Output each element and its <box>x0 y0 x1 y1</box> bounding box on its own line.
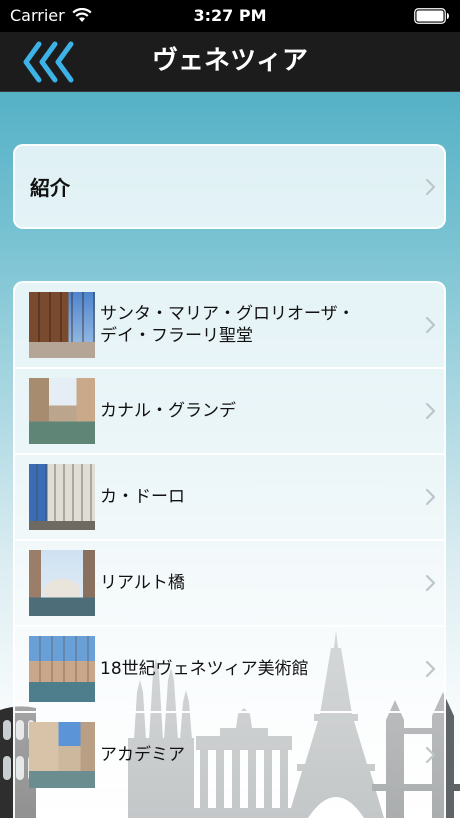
battery-icon <box>414 8 449 24</box>
triple-chevron-left-icon <box>23 41 74 83</box>
place-name: カ・ドーロ <box>100 487 185 507</box>
content-background: 紹介 サンタ・マリア・グロリオーザ・ デイ・フラーリ聖堂 カナル・グランデ カ・… <box>0 92 460 818</box>
place-name: アカデミア <box>100 745 185 765</box>
place-thumbnail <box>29 292 95 358</box>
place-row[interactable]: サンタ・マリア・グロリオーザ・ デイ・フラーリ聖堂 <box>15 283 444 367</box>
chevron-right-icon <box>425 746 436 764</box>
place-name: 18世紀ヴェネツィア美術館 <box>100 659 309 679</box>
place-name: カナル・グランデ <box>100 401 236 421</box>
place-thumbnail <box>29 550 95 616</box>
place-thumbnail <box>29 464 95 530</box>
places-list: サンタ・マリア・グロリオーザ・ デイ・フラーリ聖堂 カナル・グランデ カ・ドーロ… <box>13 281 446 818</box>
place-row[interactable]: リアルト橋 <box>15 539 444 625</box>
intro-row[interactable]: 紹介 <box>13 144 446 229</box>
place-name: リアルト橋 <box>100 573 185 593</box>
place-row[interactable]: カ・ドーロ <box>15 453 444 539</box>
chevron-right-icon <box>425 402 436 420</box>
intro-label: 紹介 <box>30 176 70 200</box>
page-title: ヴェネツィア <box>151 46 308 76</box>
chevron-right-icon <box>425 574 436 592</box>
place-thumbnail <box>29 378 95 444</box>
status-bar: Carrier 3:27 PM <box>0 0 460 32</box>
place-thumbnail <box>29 722 95 788</box>
chevron-right-icon <box>425 178 436 195</box>
back-button[interactable] <box>19 38 79 86</box>
navigation-bar: ヴェネツィア <box>0 32 460 92</box>
chevron-right-icon <box>425 660 436 678</box>
status-time: 3:27 PM <box>193 6 267 25</box>
place-name: サンタ・マリア・グロリオーザ・ デイ・フラーリ聖堂 <box>100 304 355 346</box>
chevron-right-icon <box>425 488 436 506</box>
place-thumbnail <box>29 636 95 702</box>
place-row[interactable]: 18世紀ヴェネツィア美術館 <box>15 625 444 711</box>
place-row[interactable]: アカデミア <box>15 711 444 797</box>
place-row[interactable]: カナル・グランデ <box>15 367 444 453</box>
chevron-right-icon <box>425 316 436 334</box>
